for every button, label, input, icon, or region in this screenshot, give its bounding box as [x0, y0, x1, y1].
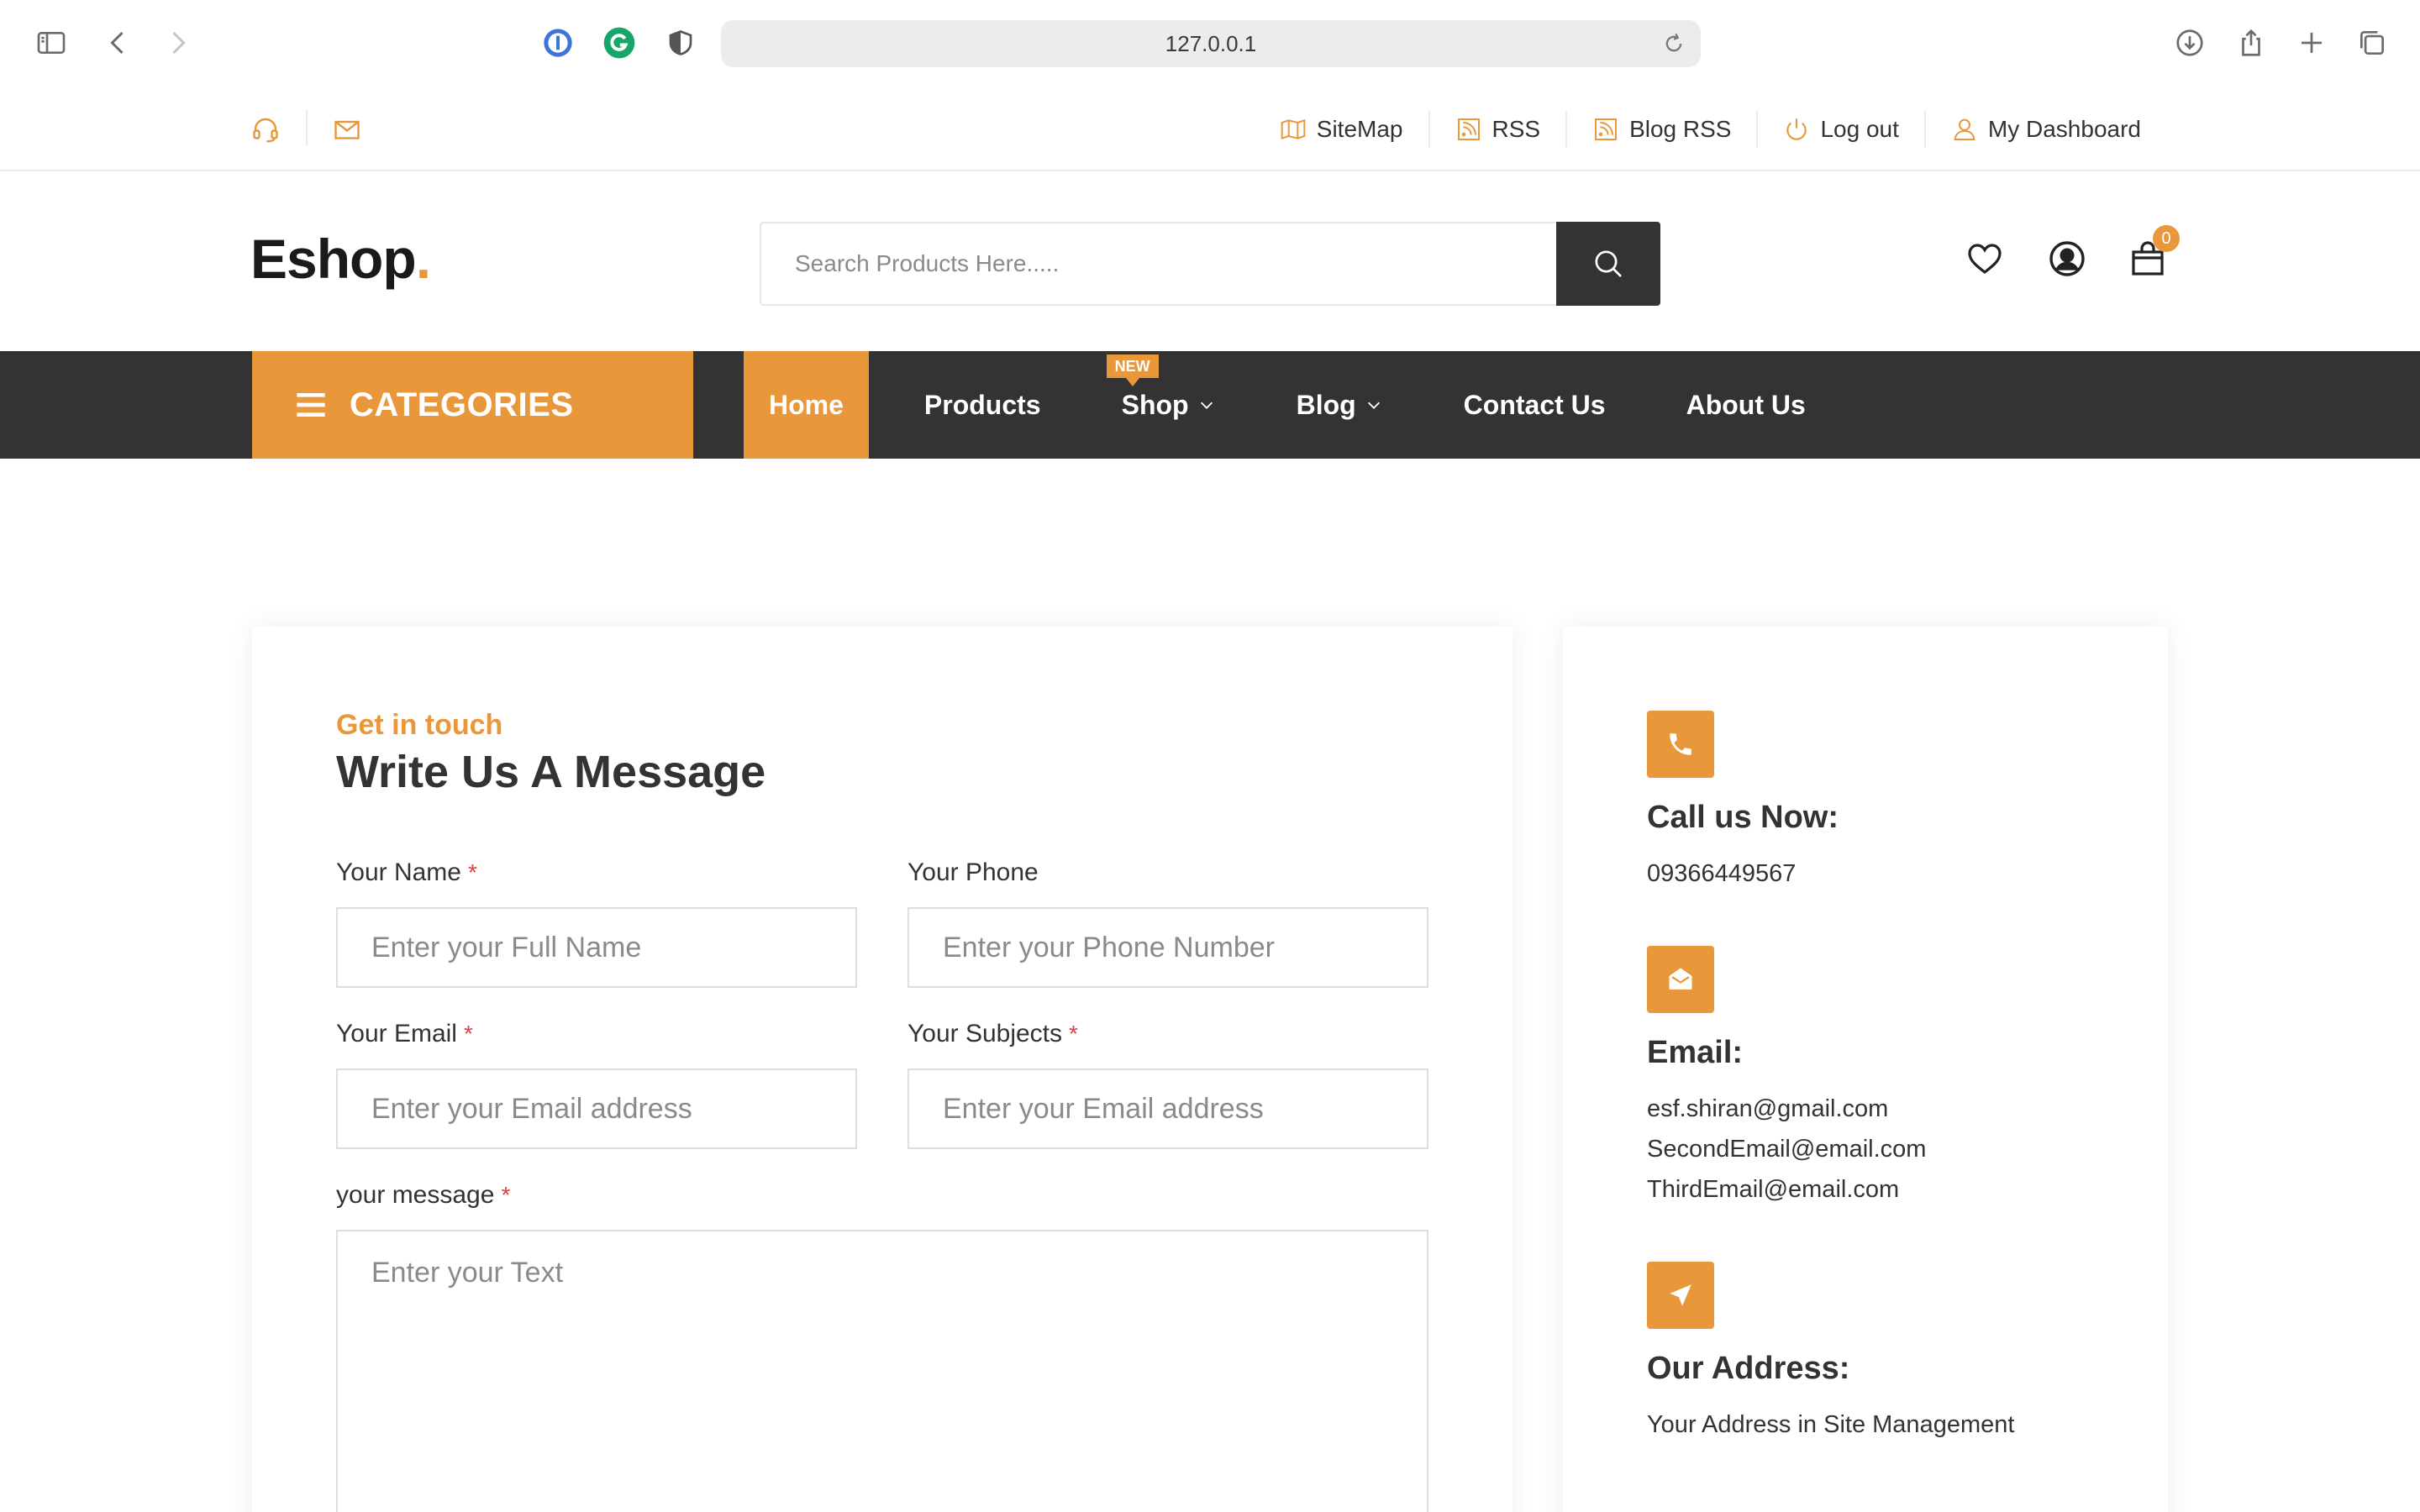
dashboard-label: My Dashboard: [1987, 116, 2141, 142]
rss-icon: [1595, 118, 1618, 140]
power-icon: [1786, 118, 1807, 140]
address-heading: Our Address:: [1647, 1351, 1850, 1386]
logout-link[interactable]: Log out: [1756, 111, 1923, 148]
logo-text: Eshop: [250, 228, 417, 290]
topbar-separator: [306, 109, 308, 146]
email-field[interactable]: [336, 1068, 857, 1149]
search-icon: [1595, 250, 1622, 277]
sidebar-toggle-icon[interactable]: [34, 25, 69, 60]
address-bar[interactable]: 127.0.0.1: [721, 20, 1701, 67]
nav-shop-label: Shop: [1121, 389, 1189, 420]
categories-label: CATEGORIES: [350, 386, 574, 423]
location-arrow-icon: [1647, 1262, 1714, 1329]
nav-item-home[interactable]: Home: [744, 351, 869, 459]
site-header: Eshop. 0: [0, 171, 2420, 351]
name-label: Your Name *: [336, 858, 477, 887]
nav-item-contact[interactable]: Contact Us: [1439, 351, 1631, 459]
cart-count-badge: 0: [2153, 225, 2180, 252]
message-label-text: your message: [336, 1181, 495, 1209]
shield-extension-icon[interactable]: [663, 25, 698, 60]
product-search: [760, 222, 1660, 306]
form-title: Write Us A Message: [336, 747, 766, 797]
rss-label: RSS: [1491, 116, 1541, 142]
rss-link[interactable]: RSS: [1428, 111, 1566, 148]
chevron-down-icon: [1367, 402, 1380, 409]
nav-item-shop[interactable]: NEW Shop: [1097, 351, 1241, 459]
form-eyebrow: Get in touch: [336, 709, 503, 741]
phone-icon: [1647, 711, 1714, 778]
call-heading: Call us Now:: [1647, 800, 1839, 835]
blog-rss-label: Blog RSS: [1629, 116, 1732, 142]
nav-menu: Home Products NEW Shop Blog Contact Us A…: [744, 351, 1861, 459]
back-arrow-icon[interactable]: [101, 25, 136, 60]
phone-label: Your Phone: [908, 858, 1039, 886]
new-badge: NEW: [1106, 354, 1159, 386]
nav-contact-label: Contact Us: [1463, 389, 1606, 420]
topbar-links: SiteMap RSS Blog RSS Log out My Dashboar…: [1255, 108, 2166, 151]
contact-form-card: Get in touch Write Us A Message Your Nam…: [252, 627, 1512, 1512]
logo-dot: .: [415, 228, 431, 290]
blog-rss-link[interactable]: Blog RSS: [1565, 111, 1756, 148]
tab-overview-icon[interactable]: [2354, 25, 2390, 60]
password-extension-icon[interactable]: [540, 25, 576, 60]
reload-icon[interactable]: [1662, 32, 1686, 55]
user-icon: [1954, 118, 1975, 140]
email-address[interactable]: SecondEmail@email.com: [1647, 1129, 1926, 1169]
email-label: Your Email *: [336, 1020, 473, 1048]
wishlist-heart-icon[interactable]: [1965, 239, 2008, 282]
top-info-bar: SiteMap RSS Blog RSS Log out My Dashboar…: [0, 86, 2420, 171]
email-address[interactable]: esf.shiran@gmail.com: [1647, 1089, 1926, 1129]
subject-field[interactable]: [908, 1068, 1428, 1149]
nav-item-blog[interactable]: Blog: [1271, 351, 1408, 459]
grammarly-extension-icon[interactable]: [602, 25, 637, 60]
address-text: Your Address in Site Management: [1647, 1411, 2015, 1438]
phone-field[interactable]: [908, 907, 1428, 988]
nav-item-about[interactable]: About Us: [1661, 351, 1831, 459]
chevron-down-icon: [1200, 402, 1213, 409]
nav-blog-label: Blog: [1296, 389, 1356, 420]
name-label-text: Your Name: [336, 858, 461, 886]
url-text: 127.0.0.1: [1165, 30, 1257, 56]
required-mark: *: [463, 1021, 473, 1047]
message-label: your message *: [336, 1181, 510, 1210]
name-field[interactable]: [336, 907, 857, 988]
logout-label: Log out: [1820, 116, 1899, 142]
dashboard-link[interactable]: My Dashboard: [1923, 111, 2166, 148]
phone-number: 09366449567: [1647, 860, 1797, 887]
email-list: esf.shiran@gmail.com SecondEmail@email.c…: [1647, 1089, 1926, 1210]
site-logo[interactable]: Eshop.: [250, 227, 431, 291]
sitemap-link[interactable]: SiteMap: [1255, 111, 1428, 148]
nav-home-label: Home: [769, 389, 844, 420]
subject-label-text: Your Subjects: [908, 1020, 1063, 1047]
required-mark: *: [501, 1182, 511, 1208]
account-user-icon[interactable]: [2047, 239, 2091, 282]
browser-toolbar: 127.0.0.1: [0, 0, 2420, 86]
share-icon[interactable]: [2233, 25, 2269, 60]
envelope-icon[interactable]: [332, 114, 362, 144]
search-input[interactable]: [761, 223, 1556, 304]
map-icon: [1281, 118, 1306, 140]
forward-arrow-icon[interactable]: [160, 25, 195, 60]
hamburger-menu-icon: [297, 393, 325, 417]
email-heading: Email:: [1647, 1035, 1744, 1070]
rss-icon: [1457, 118, 1480, 140]
subject-label: Your Subjects *: [908, 1020, 1078, 1048]
nav-item-products[interactable]: Products: [899, 351, 1066, 459]
search-button[interactable]: [1556, 222, 1660, 306]
email-address[interactable]: ThirdEmail@email.com: [1647, 1169, 1926, 1210]
required-mark: *: [1069, 1021, 1078, 1047]
download-icon[interactable]: [2172, 25, 2207, 60]
new-tab-icon[interactable]: [2294, 25, 2329, 60]
required-mark: *: [467, 859, 477, 885]
nav-products-label: Products: [923, 389, 1041, 420]
categories-button[interactable]: CATEGORIES: [252, 351, 693, 459]
sitemap-label: SiteMap: [1316, 116, 1403, 142]
main-navbar: CATEGORIES Home Products NEW Shop Blog C…: [0, 351, 2420, 459]
email-label-text: Your Email: [336, 1020, 457, 1047]
nav-about-label: About Us: [1686, 389, 1806, 420]
contact-info-card: Call us Now: 09366449567 Email: esf.shir…: [1563, 627, 2168, 1512]
message-textarea[interactable]: [336, 1230, 1428, 1512]
headset-icon[interactable]: [250, 114, 281, 144]
open-envelope-icon: [1647, 946, 1714, 1013]
